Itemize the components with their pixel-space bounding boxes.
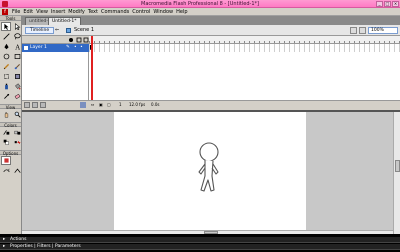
menu-insert[interactable]: Insert bbox=[51, 9, 65, 15]
rectangle-tool-icon[interactable] bbox=[12, 52, 22, 61]
swap-colors-icon[interactable] bbox=[12, 138, 22, 147]
playhead[interactable] bbox=[91, 36, 93, 108]
lasso-tool-icon[interactable] bbox=[12, 32, 22, 41]
center-frame-icon[interactable]: ⇔ bbox=[91, 101, 94, 108]
edit-symbols-icon[interactable] bbox=[359, 27, 366, 34]
layer-icon bbox=[24, 46, 28, 50]
fill-color-icon[interactable] bbox=[12, 128, 22, 137]
menu-edit[interactable]: Edit bbox=[23, 9, 33, 15]
vertical-scrollbar[interactable] bbox=[393, 112, 400, 234]
menu-text[interactable]: Text bbox=[88, 9, 98, 15]
menu-control[interactable]: Control bbox=[132, 9, 150, 15]
layer-name: Layer 1 bbox=[30, 45, 47, 50]
add-motion-guide-icon[interactable] bbox=[32, 102, 38, 108]
maximize-button[interactable]: □ bbox=[384, 1, 391, 7]
actions-panel-title: Actions bbox=[10, 237, 27, 242]
hand-tool-icon[interactable] bbox=[1, 110, 11, 119]
default-colors-icon[interactable] bbox=[1, 138, 11, 147]
actions-panel-bar[interactable]: ▸ Actions bbox=[0, 237, 400, 243]
back-arrow-icon[interactable]: ⇐ bbox=[55, 27, 59, 33]
oval-tool-icon[interactable] bbox=[1, 52, 11, 61]
menu-bar: f File Edit View Insert Modify Text Comm… bbox=[0, 8, 400, 16]
timeline-region: untitled-1 Untitled-1* Timeline ⇐ Scene … bbox=[22, 16, 400, 110]
onion-outline-icon[interactable]: ▢ bbox=[107, 101, 111, 108]
stage-workspace[interactable] bbox=[22, 110, 400, 234]
delete-layer-icon[interactable] bbox=[80, 102, 86, 108]
pen-tool-icon[interactable] bbox=[1, 42, 11, 51]
insert-layer-icon[interactable] bbox=[24, 102, 30, 108]
snap-to-objects-icon[interactable] bbox=[1, 156, 11, 165]
current-frame: 1 bbox=[119, 102, 122, 107]
zoom-tool-icon[interactable] bbox=[12, 110, 22, 119]
minimize-button[interactable]: _ bbox=[376, 1, 383, 7]
timeline-toggle-button[interactable]: Timeline bbox=[25, 27, 55, 34]
layer-row[interactable]: Layer 1 ✎ • • ■ bbox=[22, 44, 89, 58]
scene-label: Scene 1 bbox=[74, 27, 95, 33]
onion-skin-icon[interactable]: ▣ bbox=[99, 101, 103, 108]
menu-window[interactable]: Window bbox=[153, 9, 173, 15]
menu-file[interactable]: File bbox=[12, 9, 20, 15]
brush-tool-icon[interactable] bbox=[12, 62, 22, 71]
edit-bar: Timeline ⇐ Scene 1 100% bbox=[22, 25, 400, 36]
options-section-label: Options bbox=[0, 150, 21, 156]
menu-commands[interactable]: Commands bbox=[101, 9, 129, 15]
stroke-color-icon[interactable] bbox=[1, 128, 11, 137]
frame-rate: 12.0 fps bbox=[129, 102, 146, 107]
layers-footer bbox=[22, 100, 89, 108]
tools-panel: Tools A View Colors Options +5 bbox=[0, 16, 22, 242]
zoom-select[interactable]: 100% bbox=[368, 27, 398, 34]
timeline-status-bar: ⇔ ▣ ▢ 1 12.0 fps 0.0s bbox=[89, 100, 400, 108]
insert-folder-icon[interactable] bbox=[40, 102, 46, 108]
ink-bottle-tool-icon[interactable] bbox=[1, 82, 11, 91]
frames-area[interactable] bbox=[89, 36, 400, 108]
subselection-tool-icon[interactable] bbox=[12, 22, 22, 31]
layers-header bbox=[22, 36, 89, 44]
document-tabs: untitled-1 Untitled-1* bbox=[22, 16, 400, 25]
pencil-tool-icon[interactable] bbox=[1, 62, 11, 71]
expand-arrow-icon: ▸ bbox=[3, 237, 6, 242]
eraser-tool-icon[interactable] bbox=[12, 92, 22, 101]
selection-tool-icon[interactable] bbox=[1, 22, 11, 31]
close-button[interactable]: × bbox=[392, 1, 399, 7]
bottom-panels: ▸ Actions ▸ Properties | Filters | Param… bbox=[0, 234, 400, 252]
window-title: Macromedia Flash Professional 8 - [Untit… bbox=[141, 1, 259, 7]
document-tab-untitled-1-active[interactable]: Untitled-1* bbox=[48, 17, 81, 25]
free-transform-tool-icon[interactable] bbox=[1, 72, 11, 81]
properties-panel-bar[interactable]: ▸ Properties | Filters | Parameters bbox=[0, 244, 400, 250]
eyedropper-tool-icon[interactable] bbox=[1, 92, 11, 101]
empty-option-slot bbox=[12, 156, 22, 165]
text-tool-icon[interactable]: A bbox=[12, 42, 22, 51]
edit-scene-icon[interactable] bbox=[350, 27, 357, 34]
properties-panel-title: Properties | Filters | Parameters bbox=[10, 244, 81, 249]
stick-figure-drawing[interactable] bbox=[192, 140, 228, 204]
window-controls: _ □ × bbox=[376, 1, 399, 7]
line-tool-icon[interactable] bbox=[1, 32, 11, 41]
flash-logo-icon: f bbox=[2, 9, 8, 15]
title-bar: Macromedia Flash Professional 8 - [Untit… bbox=[0, 0, 400, 8]
straighten-option-icon[interactable] bbox=[12, 166, 22, 175]
pencil-icon: ✎ bbox=[66, 45, 70, 50]
svg-text:+5: +5 bbox=[7, 168, 10, 172]
elapsed-time: 0.0s bbox=[151, 102, 160, 107]
scene-icon bbox=[66, 28, 71, 33]
layer-visibility-lock-outline-icons[interactable] bbox=[68, 37, 90, 43]
vertical-scroll-thumb[interactable] bbox=[395, 160, 400, 172]
menu-help[interactable]: Help bbox=[176, 9, 187, 15]
svg-text:A: A bbox=[14, 44, 20, 50]
menu-view[interactable]: View bbox=[36, 9, 48, 15]
menu-modify[interactable]: Modify bbox=[68, 9, 85, 15]
layers-list-empty bbox=[22, 52, 89, 100]
expand-arrow-icon: ▸ bbox=[3, 244, 6, 249]
frame-ruler[interactable] bbox=[89, 36, 400, 44]
fill-transform-tool-icon[interactable] bbox=[12, 72, 22, 81]
smooth-option-icon[interactable]: +5 bbox=[1, 166, 11, 175]
stage-canvas[interactable] bbox=[114, 112, 306, 234]
paint-bucket-tool-icon[interactable] bbox=[12, 82, 22, 91]
layer-frames[interactable] bbox=[89, 44, 400, 52]
